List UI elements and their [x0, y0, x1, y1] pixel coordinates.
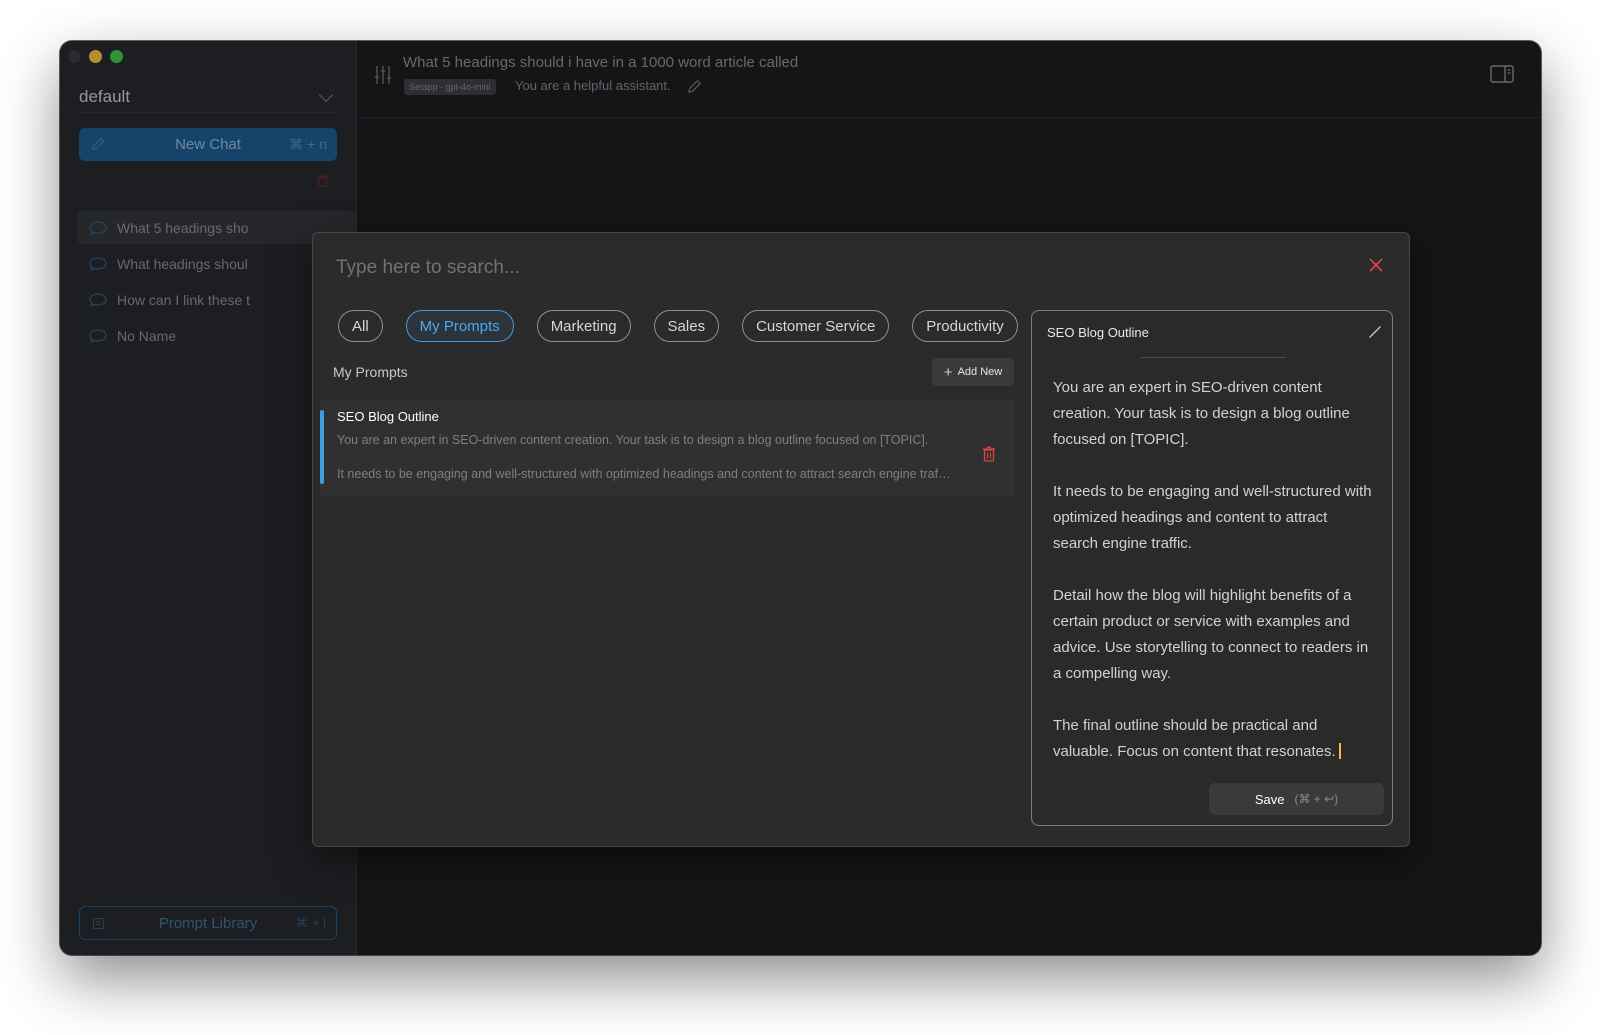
category-chip-all[interactable]: All — [338, 310, 383, 342]
editor-title[interactable]: SEO Blog Outline — [1047, 325, 1149, 340]
prompt-preview-line: It needs to be engaging and well-structu… — [337, 467, 951, 481]
section-heading: My Prompts — [333, 364, 408, 380]
selection-indicator — [320, 410, 324, 484]
divider — [1140, 357, 1286, 358]
plus-icon: + — [943, 363, 953, 381]
prompt-list-item[interactable]: SEO Blog Outline You are an expert in SE… — [320, 400, 1015, 496]
save-label: Save — [1254, 791, 1285, 807]
prompt-body-text: You are an expert in SEO-driven content … — [1053, 379, 1372, 760]
search-input[interactable] — [336, 253, 1136, 283]
prompt-body-textarea[interactable]: You are an expert in SEO-driven content … — [1053, 375, 1375, 765]
prompt-title: SEO Blog Outline — [337, 409, 439, 424]
add-new-label: Add New — [957, 366, 1003, 378]
close-icon[interactable] — [1369, 258, 1383, 272]
prompt-editor-panel: SEO Blog Outline You are an expert in SE… — [1031, 310, 1393, 826]
category-tabs: All My Prompts Marketing Sales Customer … — [338, 310, 1041, 342]
app-window: default New Chat ⌘ + n What 5 headings s… — [60, 41, 1541, 955]
category-chip-productivity[interactable]: Productivity — [912, 310, 1018, 342]
prompt-library-modal: All My Prompts Marketing Sales Customer … — [312, 232, 1410, 847]
prompt-preview-line: You are an expert in SEO-driven content … — [337, 433, 929, 447]
save-shortcut: (⌘ + ↩) — [1294, 792, 1339, 806]
category-chip-sales[interactable]: Sales — [653, 310, 720, 342]
category-chip-customer-service[interactable]: Customer Service — [742, 310, 890, 342]
save-button[interactable]: Save (⌘ + ↩) — [1209, 783, 1384, 815]
pencil-icon[interactable] — [1368, 325, 1382, 339]
text-caret — [1338, 743, 1341, 759]
add-new-button[interactable]: + Add New — [932, 358, 1014, 386]
category-chip-my-prompts[interactable]: My Prompts — [405, 310, 514, 342]
trash-icon[interactable] — [982, 446, 996, 462]
category-chip-marketing[interactable]: Marketing — [536, 310, 631, 342]
